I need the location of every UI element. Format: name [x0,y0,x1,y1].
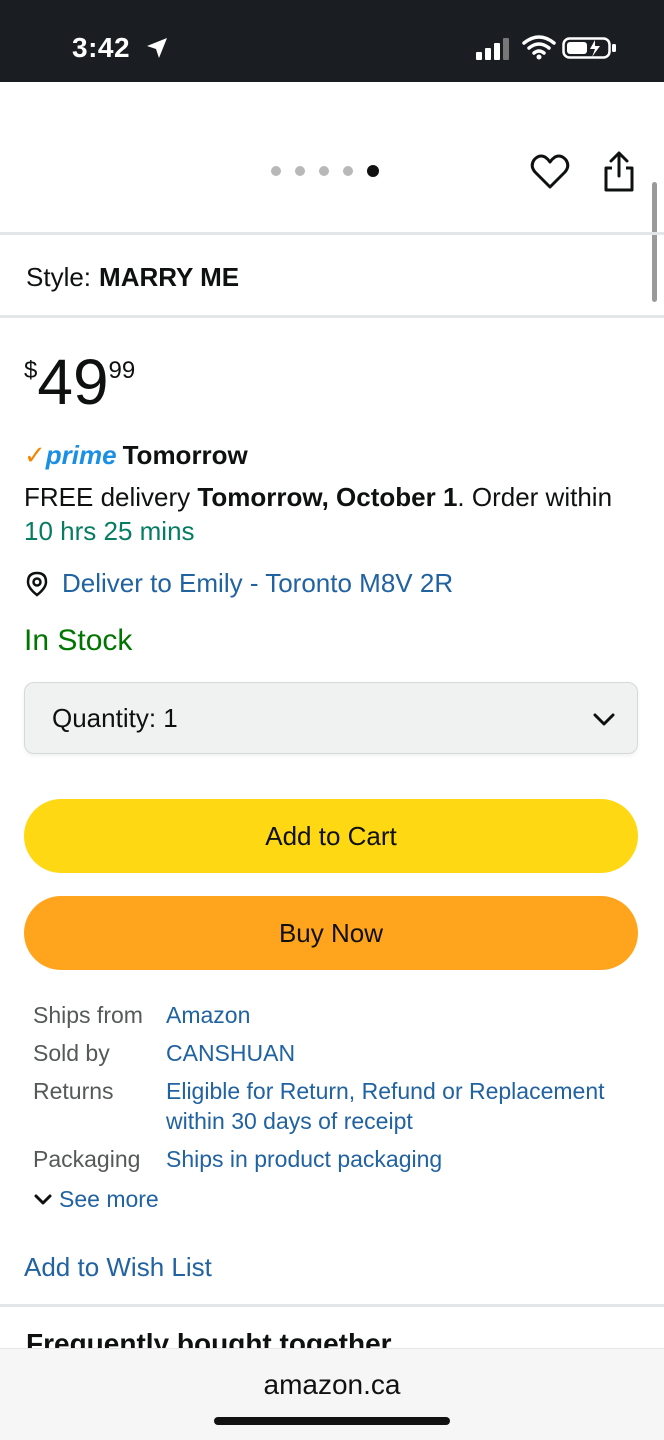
quantity-label: Quantity: 1 [52,703,178,733]
add-to-cart-button[interactable]: Add to Cart [24,799,638,873]
add-to-wish-list-link[interactable]: Add to Wish List [24,1252,212,1283]
stock-status: In Stock [24,624,133,657]
divider [0,232,664,235]
chevron-down-icon [34,1194,52,1204]
price: $ 49 99 [24,345,135,419]
detail-value-link[interactable]: Amazon [166,1000,250,1030]
location-pin-icon [26,571,48,597]
price-whole: 49 [37,346,109,418]
detail-label: Packaging [33,1146,141,1172]
carousel-dot[interactable] [271,166,281,176]
prime-day: Tomorrow [122,440,248,470]
delivery-prefix: FREE delivery [24,482,198,512]
detail-value-link[interactable]: Eligible for Return, Refund or Replaceme… [166,1076,633,1136]
divider [0,1304,664,1307]
delivery-info: FREE delivery Tomorrow, October 1. Order… [24,480,624,548]
carousel-dot[interactable] [295,166,305,176]
chevron-down-icon [593,713,615,726]
price-fraction: 99 [108,357,136,384]
share-icon[interactable] [600,150,638,194]
delivery-countdown: 10 hrs 25 mins [24,516,195,546]
deliver-to-text[interactable]: Deliver to Emily - Toronto M8V 2R [62,568,453,599]
location-arrow-icon [147,38,167,58]
detail-label: Sold by [33,1040,110,1066]
style-row: Style: MARRY ME [26,262,239,293]
buy-now-button[interactable]: Buy Now [24,896,638,970]
deliver-to-link[interactable]: Deliver to Emily - Toronto M8V 2R [24,568,453,599]
quantity-select[interactable]: Quantity: 1 [24,682,638,754]
status-bar: 3:42 [0,0,664,82]
heart-icon[interactable] [530,152,570,192]
delivery-mid: . Order within [457,482,613,512]
detail-value-link[interactable]: Ships in product packaging [166,1144,442,1174]
detail-row: Returns Eligible for Return, Refund or R… [33,1076,633,1136]
status-time: 3:42 [72,32,131,63]
battery-icon [562,37,616,59]
cellular-signal-icon [476,38,509,60]
carousel-dot[interactable] [343,166,353,176]
divider [0,315,664,318]
scrollbar[interactable] [652,182,657,302]
detail-row: Sold by CANSHUAN [33,1038,633,1068]
seller-details: Ships from Amazon Sold by CANSHUAN Retur… [33,1000,633,1182]
wifi-icon [522,35,556,60]
url-text[interactable]: amazon.ca [0,1369,664,1401]
detail-row: Packaging Ships in product packaging [33,1144,633,1174]
carousel-dot-active[interactable] [367,165,379,177]
detail-row: Ships from Amazon [33,1000,633,1030]
price-currency: $ [24,357,38,384]
home-indicator[interactable] [214,1417,450,1425]
browser-url-bar[interactable]: amazon.ca [0,1348,664,1440]
prime-check-icon: ✓ [24,440,46,470]
see-more-link[interactable]: See more [33,1186,159,1213]
prime-logo: prime [45,440,117,470]
style-value: MARRY ME [99,262,240,292]
prime-delivery-badge: ✓ prime Tomorrow [24,440,248,471]
style-label: Style: [26,262,92,292]
detail-label: Ships from [33,1002,143,1028]
carousel-dot[interactable] [319,166,329,176]
see-more-label[interactable]: See more [59,1186,159,1213]
carousel-indicators[interactable] [271,165,379,177]
quantity-value: 1 [163,703,178,733]
detail-value-link[interactable]: CANSHUAN [166,1038,295,1068]
delivery-date: Tomorrow, October 1 [197,482,458,512]
detail-label: Returns [33,1078,114,1104]
